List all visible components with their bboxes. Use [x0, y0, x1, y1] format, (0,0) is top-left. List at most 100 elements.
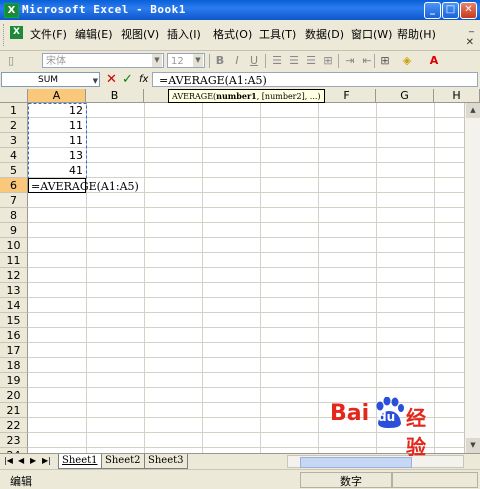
row-header-11[interactable]: 11 [0, 253, 28, 268]
first-sheet-icon[interactable]: |◀ [4, 456, 13, 465]
font-size-value: 12 [171, 56, 184, 67]
cancel-icon[interactable]: ✕ [106, 72, 117, 88]
toolbar-options-icon[interactable]: ▯ [4, 53, 18, 68]
cell-a4[interactable]: 13 [28, 148, 86, 163]
align-right-icon[interactable]: ☰ [304, 53, 318, 68]
cell-a6-active[interactable]: =AVERAGE(A1:A5) [28, 178, 139, 193]
scroll-down-icon[interactable]: ▼ [466, 438, 480, 453]
doc-close-icon[interactable]: ✕ [466, 37, 474, 48]
row-header-8[interactable]: 8 [0, 208, 28, 223]
status-mode: 编辑 [10, 475, 32, 488]
sheet-tab-3[interactable]: Sheet3 [144, 454, 188, 469]
sheet-tab-2[interactable]: Sheet2 [101, 454, 145, 469]
toolbar-separator [374, 54, 375, 68]
menu-insert[interactable]: 插入(I) [167, 26, 201, 42]
worksheet-grid: A B C D E F G H 123456789101112131415161… [0, 89, 480, 453]
menu-format[interactable]: 格式(O) [213, 26, 252, 42]
font-color-icon[interactable]: A [427, 53, 441, 68]
outdent-icon[interactable]: ⇤ [360, 53, 374, 68]
status-indicator: 数字 [340, 475, 362, 488]
formatting-toolbar: ▯ 宋体 ▼ 12 ▼ B I U ☰ ☰ ☰ ⊞ ⇥ ⇤ ⊞ ◈ A [0, 51, 480, 72]
doc-minimize-icon[interactable]: _ [469, 22, 474, 33]
row-header-23[interactable]: 23 [0, 433, 28, 448]
excel-app-icon[interactable]: X [4, 3, 19, 18]
row-header-10[interactable]: 10 [0, 238, 28, 253]
status-panel [392, 472, 478, 488]
prev-sheet-icon[interactable]: ◀ [18, 456, 24, 465]
name-box[interactable]: SUM ▼ [1, 72, 100, 87]
row-header-7[interactable]: 7 [0, 193, 28, 208]
last-sheet-icon[interactable]: ▶| [42, 456, 51, 465]
cell-a1[interactable]: 12 [28, 103, 86, 118]
row-header-12[interactable]: 12 [0, 268, 28, 283]
font-name-select[interactable]: 宋体 ▼ [42, 53, 164, 68]
workbook-icon[interactable]: X [10, 26, 23, 39]
watermark-text-jingyan: 经验 [406, 406, 426, 459]
status-bar: 编辑 数字 [0, 469, 480, 489]
indent-icon[interactable]: ⇥ [343, 53, 357, 68]
formula-input[interactable]: =AVERAGE(A1:A5) [152, 72, 478, 87]
tooltip-arg-current[interactable]: number1 [216, 91, 257, 101]
font-size-select[interactable]: 12 ▼ [167, 53, 205, 68]
align-left-icon[interactable]: ☰ [270, 53, 284, 68]
menu-grip[interactable] [3, 24, 7, 46]
close-button[interactable]: ✕ [460, 2, 477, 19]
borders-icon[interactable]: ⊞ [378, 53, 392, 68]
vertical-scrollbar[interactable]: ▲ ▼ [464, 103, 480, 453]
bold-button[interactable]: B [213, 53, 227, 68]
tooltip-args-rest: , [number2], ...) [256, 92, 321, 101]
menu-bar: X 文件(F) 编辑(E) 视图(V) 插入(I) 格式(O) 工具(T) 数据… [0, 20, 480, 51]
row-header-21[interactable]: 21 [0, 403, 28, 418]
toolbar-separator [265, 54, 266, 68]
scroll-thumb[interactable] [300, 457, 412, 468]
sheet-tab-1[interactable]: Sheet1 [58, 454, 102, 469]
row-header-16[interactable]: 16 [0, 328, 28, 343]
fill-color-icon[interactable]: ◈ [400, 53, 414, 68]
menu-file[interactable]: 文件(F) [30, 26, 67, 42]
function-tooltip: AVERAGE(number1, [number2], ...) [168, 89, 325, 103]
chevron-down-icon[interactable]: ▼ [93, 74, 98, 89]
row-header-13[interactable]: 13 [0, 283, 28, 298]
tooltip-function: AVERAGE( [172, 92, 217, 101]
row-header-1[interactable]: 1 [0, 103, 28, 118]
menu-tools[interactable]: 工具(T) [259, 26, 296, 42]
row-header-4[interactable]: 4 [0, 148, 28, 163]
row-header-14[interactable]: 14 [0, 298, 28, 313]
watermark-text-bai: Bai [330, 401, 370, 426]
cell-a3[interactable]: 11 [28, 133, 86, 148]
row-header-2[interactable]: 2 [0, 118, 28, 133]
scroll-up-icon[interactable]: ▲ [466, 103, 480, 118]
italic-button[interactable]: I [230, 53, 244, 68]
enter-check-icon[interactable]: ✓ [122, 72, 133, 88]
row-header-15[interactable]: 15 [0, 313, 28, 328]
window-title: Microsoft Excel - Book1 [22, 3, 186, 16]
menu-help[interactable]: 帮助(H) [397, 26, 436, 42]
insert-function-icon[interactable]: fx [139, 73, 148, 87]
menu-data[interactable]: 数据(D) [305, 26, 344, 42]
toolbar-separator [338, 54, 339, 68]
row-header-20[interactable]: 20 [0, 388, 28, 403]
menu-edit[interactable]: 编辑(E) [75, 26, 113, 42]
chevron-down-icon: ▼ [152, 54, 162, 67]
menu-window[interactable]: 窗口(W) [351, 26, 392, 42]
row-header-19[interactable]: 19 [0, 373, 28, 388]
cell-a2[interactable]: 11 [28, 118, 86, 133]
row-header-6[interactable]: 6 [0, 178, 28, 193]
menu-view[interactable]: 视图(V) [121, 26, 159, 42]
align-center-icon[interactable]: ☰ [287, 53, 301, 68]
watermark-text-du: du [378, 410, 396, 424]
row-header-18[interactable]: 18 [0, 358, 28, 373]
next-sheet-icon[interactable]: ▶ [30, 456, 36, 465]
minimize-button[interactable]: _ [424, 2, 441, 19]
row-header-22[interactable]: 22 [0, 418, 28, 433]
row-header-3[interactable]: 3 [0, 133, 28, 148]
row-header-17[interactable]: 17 [0, 343, 28, 358]
row-header-9[interactable]: 9 [0, 223, 28, 238]
chevron-down-icon: ▼ [193, 54, 203, 67]
row-header-5[interactable]: 5 [0, 163, 28, 178]
horizontal-scrollbar[interactable] [287, 455, 464, 468]
maximize-button[interactable]: □ [442, 2, 459, 19]
underline-button[interactable]: U [247, 53, 261, 68]
merge-center-icon[interactable]: ⊞ [321, 53, 335, 68]
cell-a5[interactable]: 41 [28, 163, 86, 178]
